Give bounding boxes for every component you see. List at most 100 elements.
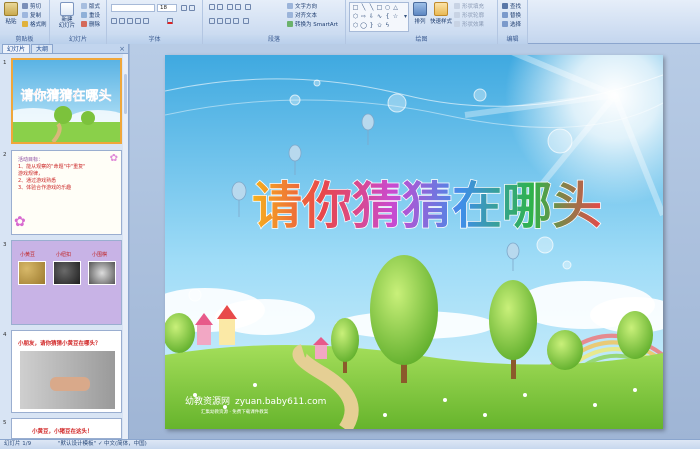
delete-icon: [81, 21, 87, 27]
underline-icon[interactable]: [127, 18, 133, 24]
shape-effects-button[interactable]: 形状效果: [454, 20, 484, 28]
align-left-icon[interactable]: [209, 18, 215, 24]
slide-5-title: 小黄豆，小猪豆在这头！: [32, 429, 93, 435]
slides-pane: 幻灯片 大纲 × 1 请你猜猜在哪头 2 活动目标： 1、能从观察的"命题"中"…: [0, 44, 129, 439]
numbering-icon[interactable]: [217, 4, 223, 10]
slide-thumbnail-5[interactable]: 小黄豆，小猪豆在这头！: [11, 418, 122, 439]
find-button[interactable]: 查找: [502, 2, 521, 10]
language-indicator[interactable]: 中文(简体，中国): [104, 440, 147, 449]
shrink-font-icon[interactable]: [189, 5, 195, 11]
pen-icon: [454, 12, 460, 18]
reset-icon: [81, 12, 87, 18]
replace-button[interactable]: 替换: [502, 11, 521, 19]
theme-name[interactable]: "默认设计模板": [58, 440, 96, 449]
lightning-icon[interactable]: ϟ: [384, 22, 391, 29]
line-icon[interactable]: ╲: [368, 4, 375, 11]
current-slide[interactable]: 请你猜猜在哪头 幼教资源网 zyuan.baby611.com 汇集幼教资源 ·…: [165, 55, 663, 429]
rectangle-icon[interactable]: □: [352, 4, 359, 11]
slide-number: 1: [3, 60, 7, 66]
grow-font-icon[interactable]: [181, 5, 187, 11]
slide-number: 3: [3, 242, 7, 248]
slide-number: 2: [3, 152, 7, 158]
star-icon[interactable]: ☆: [392, 13, 399, 20]
brace-icon[interactable]: {: [384, 13, 391, 20]
cut-button[interactable]: 剪切: [22, 2, 41, 10]
paste-button[interactable]: 粘贴: [3, 2, 19, 25]
smartart-icon: [287, 21, 293, 27]
triangle-icon[interactable]: △: [392, 4, 399, 11]
columns-icon[interactable]: [243, 18, 249, 24]
brace-icon[interactable]: }: [368, 22, 375, 29]
soybeans-image: [18, 261, 46, 285]
slide-thumbnail-1[interactable]: 请你猜猜在哪头: [11, 58, 122, 144]
fist-shape: [50, 377, 90, 391]
flower-icon: ✿: [14, 214, 26, 230]
scissors-icon: [22, 3, 28, 9]
arrow-icon[interactable]: ⇩: [368, 13, 375, 20]
text-direction-icon: [287, 3, 293, 9]
slide-thumbnail-3[interactable]: 小黄豆 小纽扣 小围棋: [11, 240, 122, 325]
replace-icon: [502, 12, 508, 18]
tab-outline[interactable]: 大纲: [31, 44, 54, 53]
line-icon[interactable]: ╲: [360, 4, 367, 11]
align-right-icon[interactable]: [225, 18, 231, 24]
pane-scrollbar[interactable]: [123, 54, 128, 439]
arrow-icon[interactable]: ⇨: [360, 13, 367, 20]
circle-icon[interactable]: ◯: [360, 22, 367, 29]
convert-smartart-button[interactable]: 转换为 SmartArt: [287, 20, 338, 28]
new-slide-button[interactable]: 新建 幻灯片: [56, 2, 78, 29]
format-painter-button[interactable]: 格式刷: [22, 20, 47, 28]
bold-icon[interactable]: [111, 18, 117, 24]
line-spacing-icon[interactable]: [245, 4, 251, 10]
align-text-button[interactable]: 对齐文本: [287, 11, 317, 19]
slide-number: 5: [3, 420, 7, 426]
slides-label: 幻灯片: [50, 35, 106, 44]
italic-icon[interactable]: [119, 18, 125, 24]
font-name-field[interactable]: [111, 4, 155, 12]
justify-icon[interactable]: [233, 18, 239, 24]
font-color-icon[interactable]: [167, 18, 173, 24]
chevron-down-icon[interactable]: ▾: [402, 13, 409, 20]
increase-indent-icon[interactable]: [235, 4, 241, 10]
curve-icon[interactable]: ∿: [376, 13, 383, 20]
check-icon: ✓: [98, 441, 103, 447]
select-button[interactable]: 选择: [502, 20, 521, 28]
rectangle-icon[interactable]: □: [376, 4, 383, 11]
slide-thumbnail-2[interactable]: 活动目标： 1、能从观察的"命题"中"重复" 游戏规律， 2、通过游戏熟悉 3、…: [11, 150, 122, 235]
drawing-group: □ ╲ ╲ □ ○ △ ⬡ ⇨ ⇩ ∿ { ☆ ⬡ ◯ } ✩ ϟ ▾ 排列 快…: [346, 0, 498, 44]
font-label: 字体: [107, 35, 202, 44]
bullets-icon[interactable]: [209, 4, 215, 10]
layout-button[interactable]: 版式: [81, 2, 100, 10]
oval-icon[interactable]: ○: [384, 4, 391, 11]
delete-button[interactable]: 删除: [81, 20, 100, 28]
quick-styles-button[interactable]: 快速样式: [430, 2, 452, 25]
align-center-icon[interactable]: [217, 18, 223, 24]
shapes-gallery[interactable]: □ ╲ ╲ □ ○ △ ⬡ ⇨ ⇩ ∿ { ☆ ⬡ ◯ } ✩ ϟ ▾: [349, 2, 409, 32]
watermark-name: 幼教资源网: [185, 395, 230, 407]
go-stones-image: [88, 261, 116, 285]
paragraph-group: 文字方向 对齐文本 转换为 SmartArt 段落: [203, 0, 346, 44]
slide-title[interactable]: 请你猜猜在哪头: [251, 176, 603, 236]
decrease-indent-icon[interactable]: [227, 4, 233, 10]
shape-fill-button[interactable]: 形状填充: [454, 2, 484, 10]
hexagon-icon[interactable]: ⬡: [352, 22, 359, 29]
brush-icon: [22, 21, 28, 27]
strikethrough-icon[interactable]: [135, 18, 141, 24]
shape-outline-button[interactable]: 形状轮廓: [454, 11, 484, 19]
slide-thumbnail-4[interactable]: 小朋友，请你猜猜小黄豆在哪头？: [11, 330, 122, 413]
tab-slides[interactable]: 幻灯片: [2, 44, 31, 53]
hands-image: [20, 351, 115, 409]
arrange-button[interactable]: 排列: [412, 2, 428, 25]
star-icon[interactable]: ✩: [376, 22, 383, 29]
copy-button[interactable]: 复制: [22, 11, 41, 19]
close-icon[interactable]: ×: [119, 45, 125, 53]
shadow-icon[interactable]: [143, 18, 149, 24]
reset-button[interactable]: 重设: [81, 11, 100, 19]
layout-icon: [81, 3, 87, 9]
effects-icon: [454, 21, 460, 27]
scrollbar-thumb[interactable]: [124, 74, 127, 114]
text-direction-button[interactable]: 文字方向: [287, 2, 317, 10]
slide-1-preview: 请你猜猜在哪头: [13, 60, 120, 142]
font-size-field[interactable]: 18: [157, 4, 177, 12]
hexagon-icon[interactable]: ⬡: [352, 13, 359, 20]
